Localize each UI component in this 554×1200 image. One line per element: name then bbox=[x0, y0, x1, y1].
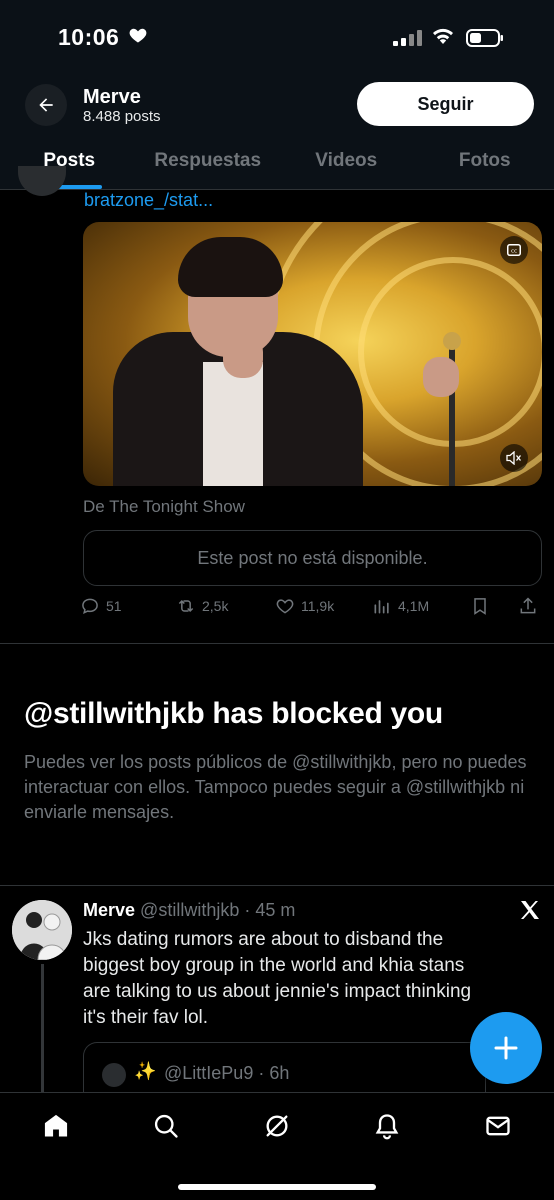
like-button[interactable]: 11,9k bbox=[275, 596, 334, 616]
home-indicator[interactable] bbox=[178, 1184, 376, 1190]
repost-count: 2,5k bbox=[202, 598, 229, 614]
nav-home[interactable] bbox=[41, 1111, 71, 1141]
envelope-icon bbox=[486, 1116, 510, 1136]
home-icon bbox=[44, 1114, 68, 1137]
tab-respuestas[interactable]: Respuestas bbox=[139, 136, 278, 189]
profile-posts-count: 8.488 posts bbox=[83, 108, 161, 125]
captions-icon: cc bbox=[507, 244, 521, 256]
heart-outline-icon bbox=[276, 599, 294, 614]
like-count: 11,9k bbox=[301, 598, 335, 614]
reply-button[interactable]: 51 bbox=[80, 596, 122, 616]
search-icon bbox=[154, 1114, 178, 1138]
performer-shirt bbox=[203, 362, 263, 486]
avatar[interactable] bbox=[12, 900, 72, 960]
divider bbox=[0, 643, 554, 644]
nav-messages[interactable] bbox=[483, 1111, 513, 1141]
reply-icon bbox=[82, 598, 98, 614]
bookmark-button[interactable] bbox=[470, 596, 490, 616]
status-time: 10:06 bbox=[58, 24, 120, 50]
tab-label: Fotos bbox=[458, 150, 511, 171]
plus-icon bbox=[494, 1036, 518, 1060]
profile-tabs: Posts Respuestas Videos Fotos bbox=[0, 136, 554, 190]
divider bbox=[0, 885, 554, 886]
nav-search[interactable] bbox=[151, 1111, 181, 1141]
views-button[interactable]: 4,1M bbox=[372, 596, 429, 616]
post-author-name[interactable]: Merve bbox=[83, 900, 135, 920]
post-actions: 51 2,5k 11,9k 4,1M bbox=[80, 596, 542, 620]
performer-hand bbox=[223, 334, 263, 378]
back-button[interactable] bbox=[25, 84, 67, 126]
mute-button[interactable] bbox=[500, 444, 528, 472]
reply-count: 51 bbox=[106, 598, 122, 614]
repost-button[interactable]: 2,5k bbox=[176, 596, 228, 616]
repost-icon bbox=[178, 599, 194, 613]
thread-line bbox=[41, 964, 44, 1094]
mic-head bbox=[443, 332, 461, 350]
avatar bbox=[102, 1063, 126, 1087]
heart-icon bbox=[129, 28, 147, 43]
unavailable-text: Este post no está disponible. bbox=[197, 547, 428, 568]
cellular-signal-icon bbox=[393, 30, 422, 46]
video-player[interactable]: cc bbox=[83, 222, 542, 486]
tab-fotos[interactable]: Fotos bbox=[416, 136, 554, 189]
unavailable-quote: Este post no está disponible. bbox=[83, 530, 542, 586]
tab-label: Videos bbox=[315, 150, 378, 171]
tab-label: Respuestas bbox=[154, 150, 262, 171]
x-logo-icon bbox=[521, 901, 539, 919]
bookmark-icon bbox=[474, 598, 486, 615]
svg-text:cc: cc bbox=[511, 248, 517, 254]
wifi-icon bbox=[433, 28, 453, 44]
arrow-left-icon bbox=[39, 98, 53, 112]
post-link[interactable]: bratzone_/stat... bbox=[84, 190, 213, 211]
nav-notifications[interactable] bbox=[372, 1111, 402, 1141]
performer-hair bbox=[178, 237, 283, 297]
share-button[interactable] bbox=[518, 596, 538, 616]
bell-icon bbox=[375, 1114, 399, 1140]
avatar[interactable] bbox=[18, 166, 66, 196]
blocked-title: @stillwithjkb has blocked you bbox=[24, 697, 443, 730]
views-icon bbox=[374, 600, 389, 614]
media-source[interactable]: De The Tonight Show bbox=[83, 497, 245, 517]
post-handle-time[interactable]: @stillwithjkb · 45 m bbox=[140, 900, 295, 920]
views-count: 4,1M bbox=[398, 598, 430, 614]
profile-header: Merve 8.488 posts Seguir bbox=[0, 76, 554, 136]
compose-button[interactable] bbox=[470, 1012, 542, 1084]
avatar-image bbox=[12, 900, 72, 960]
follow-button[interactable]: Seguir bbox=[357, 82, 534, 126]
grok-icon bbox=[266, 1115, 288, 1137]
status-bar: 10:06 bbox=[0, 0, 554, 76]
battery-icon bbox=[466, 29, 503, 47]
tab-videos[interactable]: Videos bbox=[277, 136, 416, 189]
top-bar: 10:06 Merve 8.488 posts Seguir Posts Res… bbox=[0, 0, 554, 190]
captions-button[interactable]: cc bbox=[500, 236, 528, 264]
blocked-description: Puedes ver los posts públicos de @stillw… bbox=[24, 752, 527, 822]
post-text: Jks dating rumors are about to disband t… bbox=[83, 929, 472, 1028]
share-icon bbox=[520, 597, 536, 614]
performer-hand bbox=[423, 357, 459, 397]
quote-handle-time: @LittIePu9 · 6h bbox=[164, 1063, 290, 1083]
profile-name: Merve bbox=[83, 86, 141, 108]
nav-grok[interactable] bbox=[262, 1111, 292, 1141]
post-header: Merve @stillwithjkb · 45 m bbox=[83, 900, 295, 921]
volume-muted-icon bbox=[506, 451, 522, 465]
sparkle-emoji: ✨ bbox=[134, 1061, 157, 1081]
